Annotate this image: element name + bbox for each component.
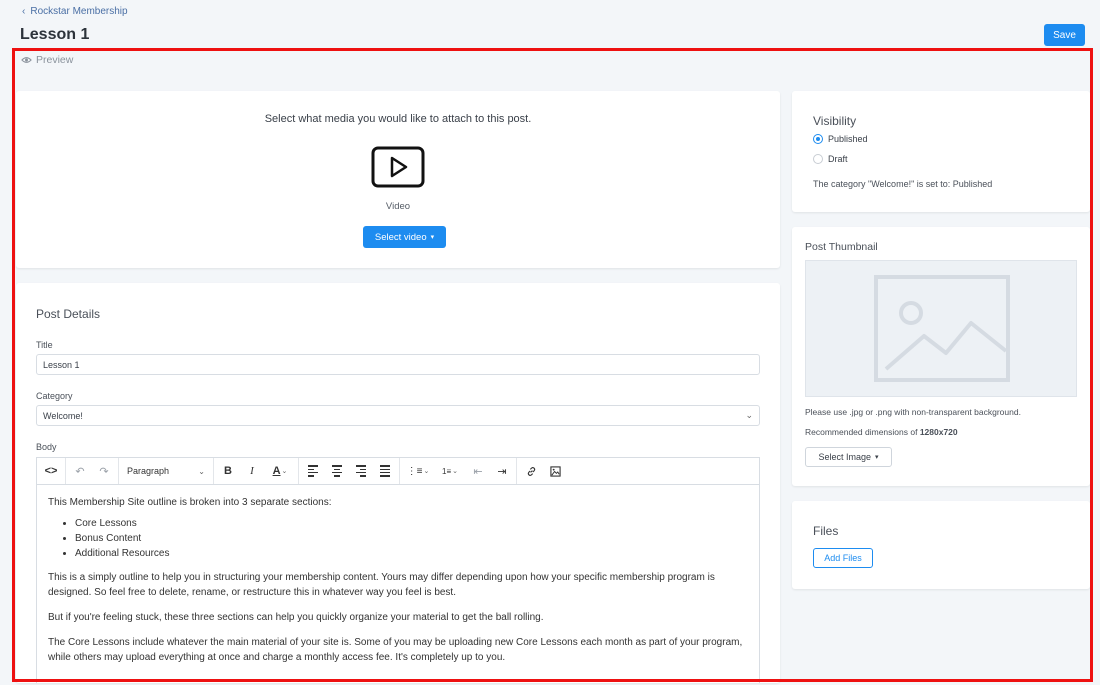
media-prompt: Select what media you would like to atta… (264, 113, 532, 125)
section-list: Core Lessons Bonus Content Additional Re… (75, 516, 748, 561)
bold-icon[interactable]: B (218, 461, 238, 481)
chevron-down-icon: ▾ (430, 234, 435, 241)
align-right-icon[interactable] (351, 461, 371, 481)
link-icon[interactable] (521, 461, 541, 481)
select-image-label: Select Image (818, 452, 871, 462)
code-view-icon[interactable]: <> (41, 461, 61, 481)
category-select[interactable]: Welcome! ⌄ (36, 405, 760, 426)
redo-icon[interactable]: ↷ (94, 461, 114, 481)
category-value: Welcome! (43, 410, 83, 421)
editor-content[interactable]: This Membership Site outline is broken i… (37, 485, 759, 685)
select-video-button[interactable]: Select video ▾ (363, 226, 446, 248)
radio-draft[interactable]: Draft (813, 154, 848, 164)
image-icon[interactable] (545, 461, 565, 481)
breadcrumb[interactable]: ‹ Rockstar Membership (22, 6, 128, 17)
eye-icon (21, 57, 32, 63)
radio-published[interactable]: Published (813, 134, 868, 144)
indent-icon[interactable]: ⇥ (492, 461, 512, 481)
paragraph-format-label: Paragraph (127, 466, 170, 476)
image-placeholder-icon (874, 275, 1010, 382)
visibility-note: The category "Welcome!" is set to: Publi… (813, 179, 993, 189)
outdent-icon[interactable]: ⇤ (468, 461, 488, 481)
preview-label[interactable]: Preview (36, 54, 73, 66)
radio-selected-icon[interactable] (813, 134, 823, 144)
media-card: Select what media you would like to atta… (16, 91, 780, 268)
select-image-button[interactable]: Select Image ▾ (805, 447, 892, 467)
rich-text-editor[interactable]: <> ↶ ↷ Paragraph ⌄ B I A ⌄ ⋮≡ ⌄ 1≡ ⌄ ⇤ ⇥… (36, 457, 760, 683)
italic-icon[interactable]: I (242, 461, 262, 481)
align-center-icon[interactable] (327, 461, 347, 481)
add-files-button[interactable]: Add Files (813, 548, 873, 568)
dimensions-prefix: Recommended dimensions of (805, 427, 920, 437)
body-label: Body (36, 442, 57, 452)
align-justify-icon[interactable] (375, 461, 395, 481)
list-item: Bonus Content (75, 531, 748, 546)
chevron-down-icon: ⌄ (745, 410, 753, 420)
radio-label: Draft (828, 154, 848, 164)
body-paragraph: This is a simply outline to help you in … (48, 572, 715, 598)
files-card: Files Add Files (792, 501, 1090, 589)
paragraph-format-select[interactable]: Paragraph ⌄ (123, 461, 209, 481)
preview-link[interactable]: Preview (21, 54, 73, 66)
thumbnail-placeholder[interactable] (805, 260, 1077, 397)
radio-label: Published (828, 134, 868, 144)
category-label: Category (36, 391, 73, 401)
body-intro: This Membership Site outline is broken i… (48, 497, 332, 508)
video-label: Video (385, 201, 411, 212)
chevron-down-icon: ⌄ (198, 466, 205, 476)
save-button[interactable]: Save (1044, 24, 1085, 46)
post-details-card: Post Details Title Lesson 1 Category Wel… (16, 283, 780, 683)
page-title: Lesson 1 (20, 26, 90, 43)
chevron-left-icon: ‹ (22, 6, 26, 17)
list-item: Additional Resources (75, 546, 748, 561)
select-video-label: Select video (374, 231, 427, 243)
editor-toolbar: <> ↶ ↷ Paragraph ⌄ B I A ⌄ ⋮≡ ⌄ 1≡ ⌄ ⇤ ⇥ (37, 458, 759, 485)
body-paragraph: But if you're feeling stuck, these three… (48, 612, 544, 623)
visibility-heading: Visibility (813, 114, 857, 128)
chevron-down-icon: ▾ (875, 454, 879, 461)
title-label: Title (36, 340, 53, 350)
thumbnail-dimensions-note: Recommended dimensions of 1280x720 (805, 427, 958, 437)
numbered-list-icon[interactable]: 1≡ ⌄ (436, 461, 464, 481)
files-heading: Files (813, 524, 839, 538)
thumbnail-heading: Post Thumbnail (805, 241, 878, 253)
title-input[interactable]: Lesson 1 (36, 354, 760, 375)
text-color-icon[interactable]: A ⌄ (266, 461, 294, 481)
thumbnail-format-note: Please use .jpg or .png with non-transpa… (805, 407, 1021, 417)
dimensions-value: 1280x720 (919, 427, 958, 437)
post-details-heading: Post Details (36, 307, 101, 321)
undo-icon[interactable]: ↶ (70, 461, 90, 481)
video-play-icon (371, 146, 425, 188)
body-paragraph: The Core Lessons include whatever the ma… (48, 637, 743, 663)
visibility-card: Visibility Published Draft The category … (792, 91, 1090, 212)
list-item: Core Lessons (75, 516, 748, 531)
post-thumbnail-card: Post Thumbnail Please use .jpg or .png w… (792, 227, 1090, 486)
breadcrumb-label[interactable]: Rockstar Membership (30, 6, 127, 17)
bullet-list-icon[interactable]: ⋮≡ ⌄ (404, 461, 432, 481)
align-left-icon[interactable] (303, 461, 323, 481)
radio-unselected-icon[interactable] (813, 154, 823, 164)
